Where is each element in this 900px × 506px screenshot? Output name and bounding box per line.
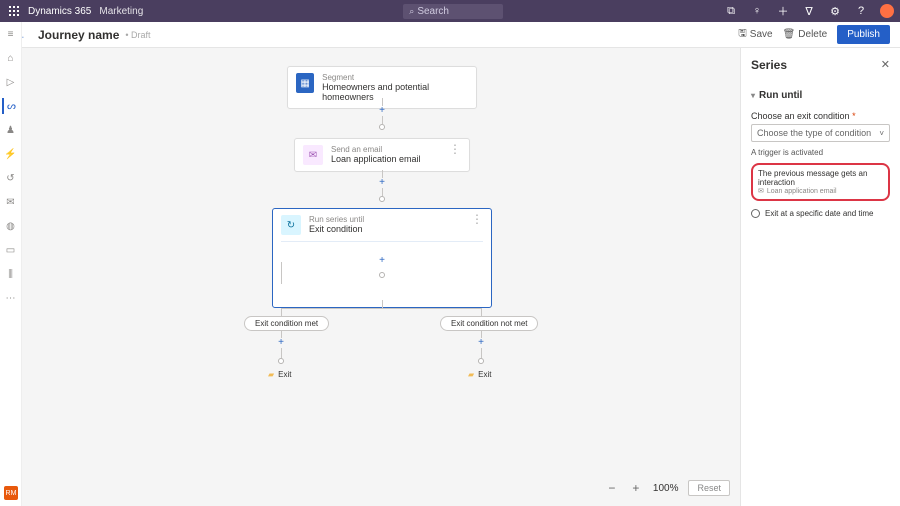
- panel-title: Series: [751, 58, 890, 72]
- series-icon: ↻: [281, 215, 301, 235]
- email-more-icon[interactable]: ⋮: [449, 145, 461, 153]
- rail-chart-icon[interactable]: ⫼: [3, 266, 19, 282]
- zoom-in-button[interactable]: +: [629, 481, 643, 495]
- exit-left: ▰Exit: [268, 370, 292, 379]
- pill-not[interactable]: Exit condition not met: [440, 316, 538, 331]
- run-until-section[interactable]: Run until: [751, 90, 890, 101]
- rail-menu-icon[interactable]: ≡: [3, 26, 19, 42]
- opt-interaction[interactable]: The previous message gets an interaction…: [751, 163, 890, 201]
- rail-db-icon[interactable]: ◍: [3, 218, 19, 234]
- search-box[interactable]: ⌕: [403, 4, 503, 19]
- bulb-icon[interactable]: ♀: [750, 4, 764, 18]
- radio-icon: [751, 209, 760, 218]
- opt-trigger[interactable]: A trigger is activated: [751, 148, 890, 157]
- email-label: Send an email: [331, 145, 421, 154]
- page-title: Journey name: [38, 28, 119, 42]
- mail-small-icon: ✉: [758, 187, 764, 195]
- pill-met[interactable]: Exit condition met: [244, 316, 329, 331]
- cond-label: Choose an exit condition *: [751, 111, 890, 121]
- exit-right: ▰Exit: [468, 370, 492, 379]
- series-add[interactable]: +: [377, 256, 387, 266]
- trash-icon: 🗑: [783, 29, 796, 40]
- canvas[interactable]: ▦ Segment Homeowners and potential homeo…: [22, 48, 740, 506]
- publish-button[interactable]: Publish: [837, 25, 890, 44]
- help-icon[interactable]: ?: [854, 4, 868, 18]
- rail-home-icon[interactable]: ⌂: [3, 50, 19, 66]
- save-icon: 🖫: [738, 26, 747, 43]
- rail-journey-icon[interactable]: ᔕ: [2, 98, 18, 114]
- series-panel: Series ✕ Run until Choose an exit condit…: [740, 48, 900, 506]
- rail-people-icon[interactable]: ♟: [3, 122, 19, 138]
- series-label: Run series until: [309, 215, 364, 224]
- series-value: Exit condition: [309, 224, 364, 234]
- mail-icon: ✉: [303, 145, 323, 165]
- segment-label: Segment: [322, 73, 468, 82]
- rail-more-icon[interactable]: ⋯: [3, 290, 19, 306]
- zoom-bar: − + 100% Reset: [605, 480, 730, 496]
- add-icon[interactable]: ＋: [776, 4, 790, 18]
- segment-value: Homeowners and potential homeowners: [322, 82, 468, 102]
- zoom-value: 100%: [653, 483, 679, 494]
- segment-icon: ▦: [296, 73, 314, 93]
- email-node[interactable]: ✉ Send an email Loan application email ⋮: [294, 138, 470, 172]
- zoom-out-button[interactable]: −: [605, 481, 619, 495]
- email-value: Loan application email: [331, 154, 421, 164]
- opt-time[interactable]: Exit at a specific date and time: [751, 209, 890, 218]
- panel-close-icon[interactable]: ✕: [881, 58, 890, 71]
- rail-form-icon[interactable]: ▭: [3, 242, 19, 258]
- opt-interaction-label: The previous message gets an interaction: [758, 169, 883, 187]
- rail-badge[interactable]: RM: [4, 486, 18, 500]
- rail-mail-icon[interactable]: ✉: [3, 194, 19, 210]
- search-input[interactable]: [417, 6, 487, 17]
- rail-circle-icon[interactable]: ↺: [3, 170, 19, 186]
- zoom-reset-button[interactable]: Reset: [688, 480, 730, 496]
- rail-play-icon[interactable]: ▷: [3, 74, 19, 90]
- series-more-icon[interactable]: ⋮: [471, 215, 483, 223]
- filter-icon[interactable]: ∇: [802, 4, 816, 18]
- search-icon: ⌕: [409, 6, 414, 17]
- brand-sublabel: Marketing: [99, 6, 143, 17]
- delete-button[interactable]: 🗑 Delete: [783, 29, 828, 40]
- open-new-icon[interactable]: ⧉: [724, 4, 738, 18]
- gear-icon[interactable]: ⚙: [828, 4, 842, 18]
- avatar[interactable]: [880, 4, 894, 18]
- brand-label: Dynamics 365: [28, 6, 91, 17]
- status-badge: • Draft: [125, 30, 150, 40]
- rail-bolt-icon[interactable]: ⚡: [3, 146, 19, 162]
- series-node[interactable]: ↻ Run series until Exit condition ⋮ +: [272, 208, 492, 308]
- opt-interaction-sub: ✉Loan application email: [758, 187, 883, 195]
- save-button[interactable]: 🖫 Save: [738, 26, 772, 43]
- waffle-icon[interactable]: [6, 3, 22, 19]
- cond-select[interactable]: Choose the type of condition: [751, 124, 890, 142]
